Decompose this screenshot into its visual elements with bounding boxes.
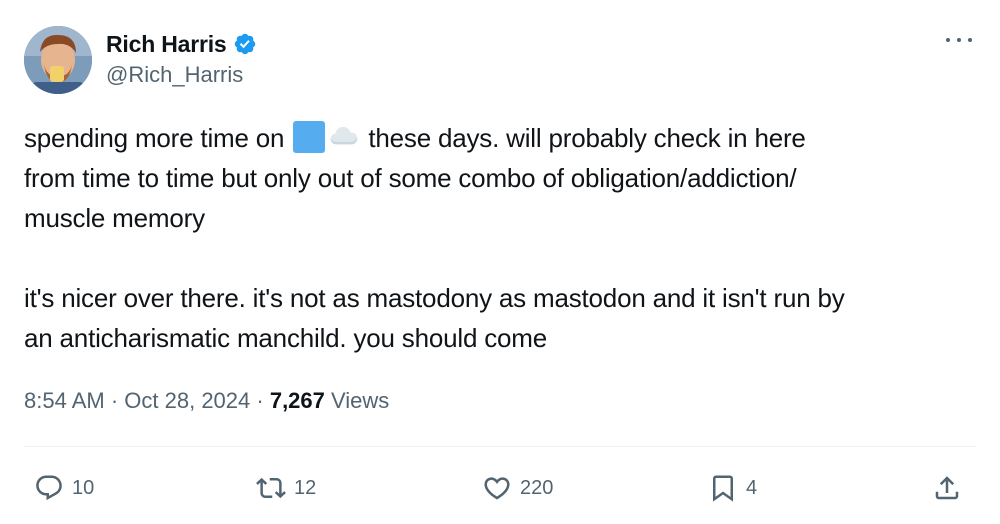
tweet-meta: 8:54 AM · Oct 28, 2024 · 7,267 Views bbox=[24, 388, 389, 414]
meta-separator: · bbox=[104, 388, 125, 413]
divider bbox=[24, 446, 976, 447]
reply-count: 10 bbox=[72, 476, 95, 499]
handle[interactable]: @Rich_Harris bbox=[106, 62, 257, 88]
tweet-line: muscle memory bbox=[24, 203, 205, 233]
repost-button[interactable]: 12 bbox=[256, 466, 316, 510]
bookmark-count: 4 bbox=[746, 476, 758, 499]
bookmark-icon bbox=[713, 475, 733, 502]
repost-count: 12 bbox=[294, 476, 317, 499]
share-button[interactable] bbox=[932, 466, 962, 510]
tweet-line: it's nicer over there. it's not as masto… bbox=[24, 283, 845, 313]
reply-icon bbox=[36, 475, 62, 501]
like-count: 220 bbox=[520, 476, 554, 499]
avatar[interactable] bbox=[24, 26, 92, 94]
views-count: 7,267 bbox=[269, 388, 325, 413]
blue-square-emoji bbox=[293, 121, 326, 153]
more-dot bbox=[946, 38, 950, 42]
repost-icon bbox=[256, 477, 286, 499]
tweet-time[interactable]: 8:54 AM bbox=[24, 388, 105, 414]
tweet-text-segment: spending more time on bbox=[24, 123, 285, 153]
tweet-text: spending more time on these days. will p… bbox=[24, 118, 979, 358]
author-block: Rich Harris @Rich_Harris bbox=[106, 28, 257, 88]
cloud-emoji bbox=[330, 126, 358, 145]
reply-button[interactable]: 10 bbox=[34, 466, 94, 510]
more-dot bbox=[957, 38, 961, 42]
heart-icon bbox=[484, 477, 510, 500]
meta-separator: · bbox=[250, 388, 270, 413]
action-bar: 10 12 220 4 bbox=[0, 466, 1000, 510]
bookmark-button[interactable]: 4 bbox=[708, 466, 757, 510]
name-row: Rich Harris bbox=[106, 28, 257, 60]
tweet-card: Rich Harris @Rich_Harris spending more t… bbox=[0, 0, 1000, 524]
share-icon bbox=[935, 476, 959, 500]
more-horizontal-icon[interactable] bbox=[946, 34, 972, 46]
verified-badge-icon[interactable] bbox=[233, 32, 257, 56]
tweet-line: an anticharismatic manchild. you should … bbox=[24, 323, 548, 353]
tweet-date[interactable]: Oct 28, 2024 bbox=[124, 388, 250, 414]
more-dot bbox=[968, 38, 972, 42]
tweet-line: from time to time but only out of some c… bbox=[24, 163, 797, 193]
tweet-text-segment: these days. will probably check in here bbox=[368, 123, 806, 153]
like-button[interactable]: 220 bbox=[482, 466, 553, 510]
views-label: Views bbox=[324, 388, 390, 413]
tweet-line: spending more time on these days. will p… bbox=[24, 118, 979, 158]
display-name[interactable]: Rich Harris bbox=[106, 31, 227, 58]
avatar-image bbox=[24, 26, 92, 94]
